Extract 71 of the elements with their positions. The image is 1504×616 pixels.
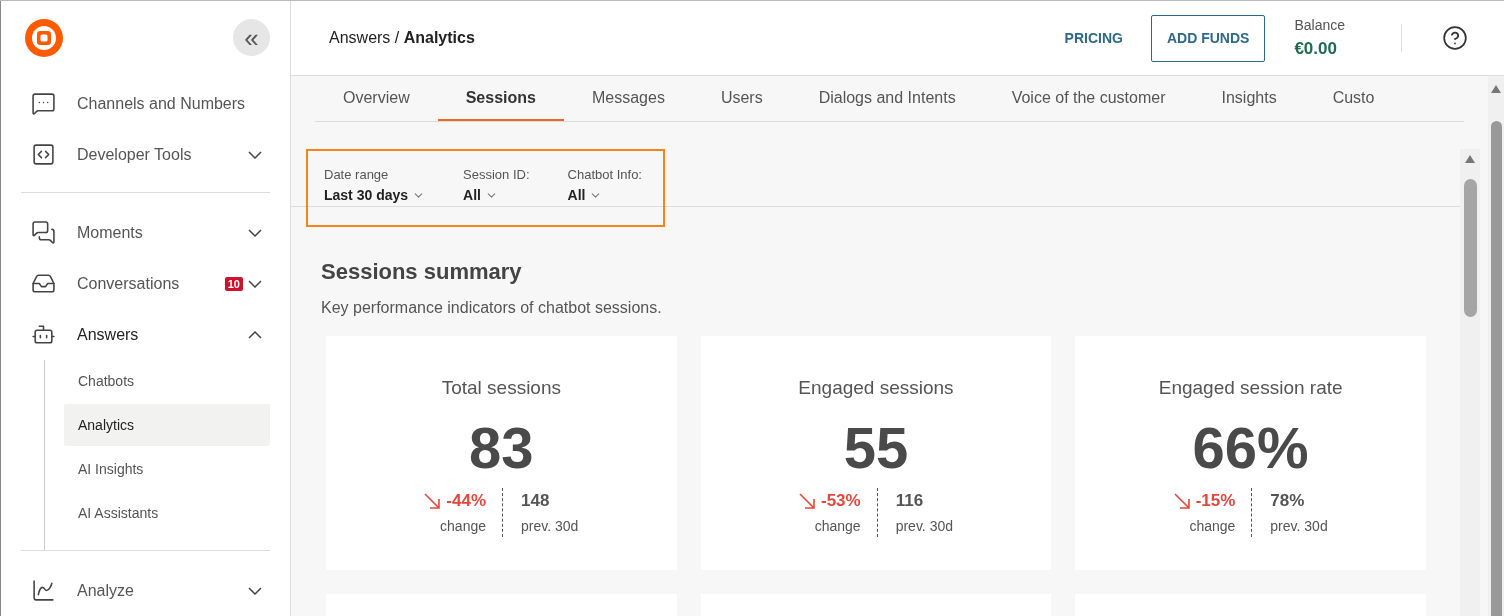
page-scrollbar[interactable] [1488,76,1504,616]
help-icon[interactable] [1442,25,1468,51]
tab[interactable]: Voice of the customer [983,76,1194,121]
tab[interactable]: Users [692,76,791,121]
section-subtitle: Key performance indicators of chatbot sessions. [321,297,663,318]
breadcrumb: Answers / Analytics [329,28,476,48]
scrollbar-thumb[interactable] [1463,179,1477,317]
tray-icon [31,271,56,296]
nav-item[interactable]: Conversations 10 [1,258,290,309]
previous-label: prev. 30d [1270,516,1328,536]
scrollbar-thumb[interactable] [1490,121,1502,616]
change-value: -53% [820,490,861,512]
add-funds-button[interactable]: ADD FUNDS [1150,14,1266,62]
logo-icon [25,18,63,57]
change-value: -44% [446,490,486,512]
previous-value: 78% [1270,490,1305,512]
nav-label: Moments [77,222,144,243]
inner-scrollbar[interactable] [1460,149,1480,616]
nav-item[interactable]: Analyze [1,565,290,616]
nav-label: Channels and Numbers [77,93,247,114]
nav-label: Answers [77,324,140,345]
collapse-button[interactable]: « [233,19,270,56]
tab[interactable]: Insights [1193,76,1305,121]
balance-label: Balance [1294,15,1345,35]
line-chart-icon [31,578,56,603]
arrow-down-right-icon [1173,492,1190,509]
card-title: Engaged sessions [798,375,954,400]
card-title: Total sessions [441,375,561,400]
section-title: Sessions summary [321,257,523,286]
balance-amount: €0.00 [1294,37,1338,60]
previous-value: 116 [895,490,924,512]
change-label: change [440,516,486,536]
kpi-value: 83 [469,414,534,482]
kpi-value: 66% [1192,414,1309,482]
nav-item[interactable]: Developer Tools [1,129,290,180]
nav-label: Conversations [77,273,181,294]
nav-item[interactable]: Channels and Numbers [1,78,290,129]
nav-label: Analyze [77,580,135,601]
previous-value: 148 [521,490,550,512]
filter-dropdown[interactable]: Date range Last 30 days [324,165,426,206]
tab[interactable]: Messages [563,76,693,121]
filter-dropdown[interactable]: Chatbot Info: All [567,165,642,206]
nav-label: Developer Tools [77,144,193,165]
scroll-up-icon[interactable] [1465,155,1475,163]
filter-dropdown[interactable]: Session ID: All [463,165,530,206]
previous-label: prev. 30d [895,516,953,536]
arrow-down-right-icon [424,492,441,509]
pricing-link[interactable]: PRICING [1064,27,1123,49]
robot-icon [31,322,56,347]
tab[interactable]: Sessions [437,76,564,121]
tab[interactable]: Custo [1304,76,1403,121]
subnav-item[interactable]: AI Assistants [64,492,270,534]
subnav-item[interactable]: Chatbots [64,360,270,402]
change-label: change [1189,516,1236,536]
count-badge: 10 [224,276,243,291]
subnav-item[interactable]: Analytics [64,404,270,446]
tab[interactable]: Dialogs and Intents [790,76,984,121]
arrow-down-right-icon [798,492,815,509]
card-title: Engaged session rate [1158,375,1343,400]
change-value: -15% [1195,490,1236,512]
tab[interactable]: Overview [315,76,438,121]
scroll-up-icon[interactable] [1491,85,1501,93]
change-label: change [814,516,861,536]
previous-label: prev. 30d [521,516,579,536]
nav-item[interactable]: Moments [1,207,290,258]
nav-item[interactable]: Answers [1,309,290,360]
chat-icon [31,91,56,116]
subnav-item[interactable]: AI Insights [64,448,270,490]
code-icon [31,142,56,167]
chat-bubbles-icon [31,220,56,245]
kpi-value: 55 [843,414,909,482]
